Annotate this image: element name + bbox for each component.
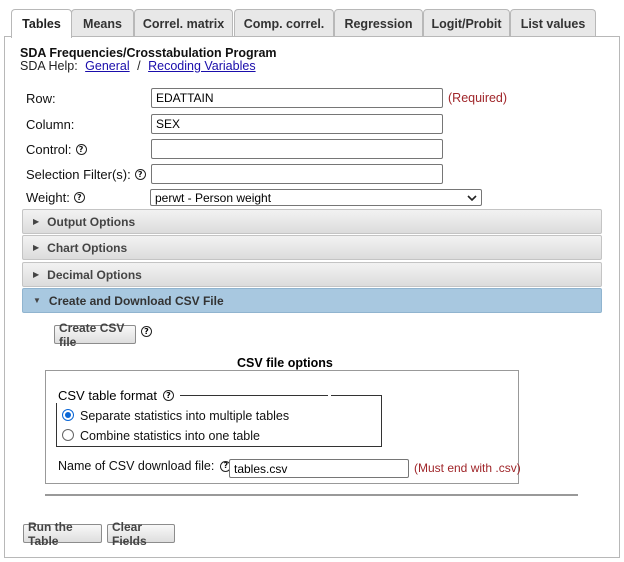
weight-select-value: perwt - Person weight <box>155 190 272 205</box>
control-label-text: Control: <box>26 142 72 157</box>
csv-filename-label: Name of CSV download file: ? <box>58 459 232 473</box>
help-prefix: SDA Help: <box>20 59 78 73</box>
selection-filter-help-icon[interactable]: ? <box>134 169 146 180</box>
section-chart-options-label: Chart Options <box>47 240 128 255</box>
caret-right-icon: ▶ <box>33 217 40 226</box>
csv-filename-label-text: Name of CSV download file: <box>58 459 215 473</box>
radio-separate-statistics[interactable] <box>62 409 74 421</box>
row-required-note: (Required) <box>448 91 508 105</box>
section-create-csv-label: Create and Download CSV File <box>48 293 224 308</box>
csv-format-legend: CSV table format ? <box>56 388 331 403</box>
caret-right-icon: ▶ <box>33 270 40 279</box>
help-link-general[interactable]: General <box>85 59 129 73</box>
csv-filename-input[interactable] <box>229 459 409 478</box>
column-input[interactable] <box>151 114 443 134</box>
section-decimal-options[interactable]: ▶ Decimal Options <box>22 262 602 287</box>
tab-tables[interactable]: Tables <box>11 9 72 38</box>
tab-correl-matrix[interactable]: Correl. matrix <box>134 9 233 37</box>
control-help-icon[interactable]: ? <box>75 144 87 155</box>
create-csv-help-icon[interactable]: ? <box>141 326 152 337</box>
caret-right-icon: ▶ <box>33 243 40 252</box>
control-label: Control: ? <box>26 142 87 157</box>
tab-logit-probit[interactable]: Logit/Probit <box>423 9 510 37</box>
radio-combine-statistics-label[interactable]: Combine statistics into one table <box>80 429 260 443</box>
section-create-csv[interactable]: ▼ Create and Download CSV File <box>22 288 602 313</box>
tab-comp-correl[interactable]: Comp. correl. <box>234 9 334 37</box>
divider <box>45 494 578 496</box>
section-decimal-options-label: Decimal Options <box>47 267 142 282</box>
help-links: SDA Help: General / Recoding Variables <box>20 59 256 73</box>
weight-label-text: Weight: <box>26 190 70 205</box>
control-input[interactable] <box>151 139 443 159</box>
tab-means[interactable]: Means <box>71 9 134 37</box>
radio-combine-statistics[interactable] <box>62 429 74 441</box>
csv-options-title: CSV file options <box>237 356 333 370</box>
help-link-recoding-variables[interactable]: Recoding Variables <box>148 59 255 73</box>
selection-filter-label-text: Selection Filter(s): <box>26 167 131 182</box>
weight-select[interactable]: perwt - Person weight <box>150 189 482 206</box>
run-table-button[interactable]: Run the Table <box>23 520 102 548</box>
section-output-options[interactable]: ▶ Output Options <box>22 209 602 234</box>
clear-fields-button[interactable]: Clear Fields <box>107 520 175 548</box>
row-label: Row: <box>26 91 56 106</box>
section-output-options-label: Output Options <box>47 214 136 229</box>
create-csv-button[interactable]: Create CSV file <box>54 321 136 349</box>
weight-help-icon[interactable]: ? <box>73 192 85 203</box>
csv-filename-note: (Must end with .csv) <box>414 461 521 475</box>
section-chart-options[interactable]: ▶ Chart Options <box>22 235 602 260</box>
row-label-text: Row: <box>26 91 56 106</box>
row-input[interactable] <box>151 88 443 108</box>
radio-separate-statistics-label[interactable]: Separate statistics into multiple tables <box>80 409 289 423</box>
selection-filter-input[interactable] <box>151 164 443 184</box>
tab-bar: Tables Means Correl. matrix Comp. correl… <box>4 9 620 38</box>
csv-format-legend-text: CSV table format <box>58 388 157 403</box>
tab-list-values[interactable]: List values <box>510 9 596 37</box>
weight-label: Weight: ? <box>26 190 85 205</box>
chevron-down-icon <box>467 194 477 201</box>
program-title: SDA Frequencies/Crosstabulation Program <box>20 46 277 60</box>
selection-filter-label: Selection Filter(s): ? <box>26 167 146 182</box>
column-label-text: Column: <box>26 117 75 132</box>
caret-down-icon: ▼ <box>33 296 41 305</box>
column-label: Column: <box>26 117 74 132</box>
csv-format-help-icon[interactable]: ? <box>163 390 174 401</box>
help-separator: / <box>137 59 141 73</box>
legend-line <box>180 395 328 396</box>
tab-regression[interactable]: Regression <box>334 9 423 37</box>
